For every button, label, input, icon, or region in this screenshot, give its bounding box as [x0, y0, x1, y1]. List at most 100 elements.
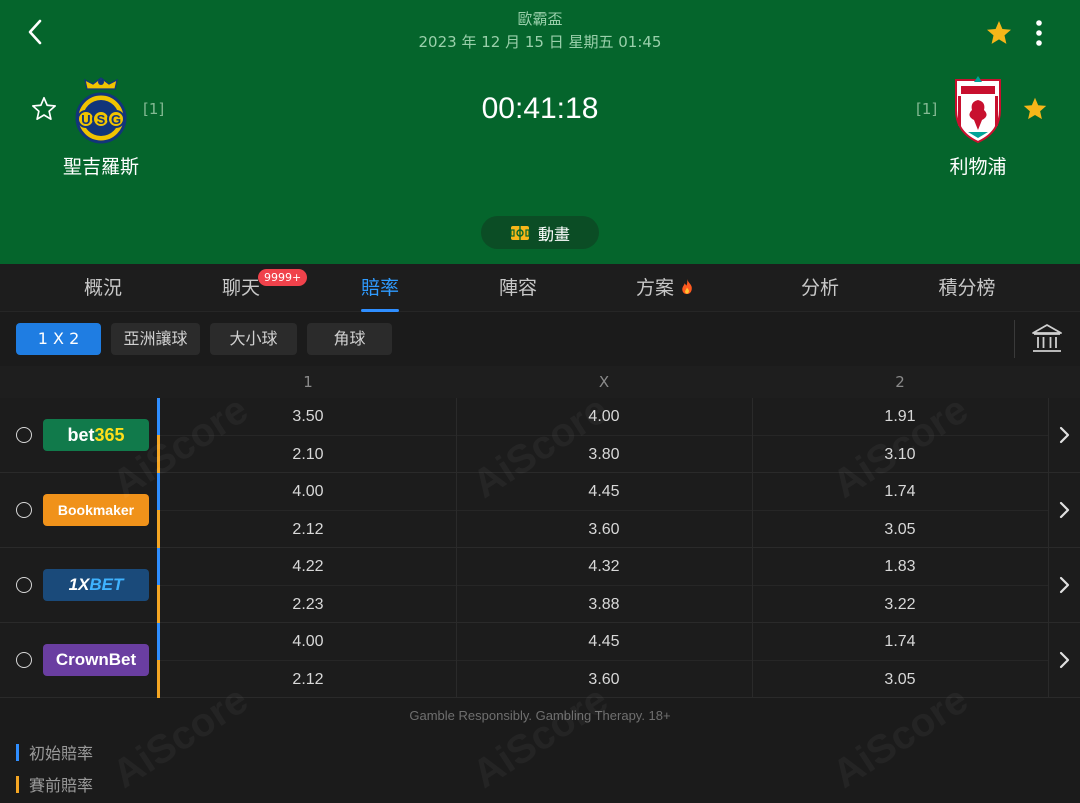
column-divider	[752, 473, 753, 548]
tab-odds[interactable]: 賠率	[339, 264, 421, 312]
select-radio[interactable]	[16, 652, 32, 668]
column-divider	[752, 623, 753, 698]
tab-lineup[interactable]: 陣容	[477, 264, 559, 312]
chevron-right-icon[interactable]	[1054, 500, 1074, 520]
prematch-odds-home: 2.12	[292, 520, 324, 538]
prematch-odds-draw: 3.88	[588, 595, 620, 613]
prematch-odds-row: 2.23 3.88 3.22	[160, 585, 1048, 623]
prematch-odds-away: 3.05	[884, 670, 916, 688]
initial-odds-draw: 4.45	[588, 482, 620, 500]
initial-odds-row: 4.00 4.45 1.74	[160, 623, 1048, 660]
away-team-rank: [1]	[916, 100, 938, 118]
column-divider	[1048, 473, 1049, 548]
home-team-name[interactable]: 聖吉羅斯	[40, 152, 162, 179]
column-divider	[752, 548, 753, 623]
prematch-odds-away: 3.05	[884, 520, 916, 538]
column-divider	[456, 623, 457, 698]
tab-tips-label: 方案	[635, 277, 674, 299]
initial-odds-draw: 4.45	[588, 632, 620, 650]
1xbet-logo: 1X BET	[43, 569, 149, 601]
crownbet-logo: CrownBet	[43, 644, 149, 676]
bookmaker-row-1xbet[interactable]: 1X BET 4.22 4.32 1.83 2.23 3.88 3.22	[0, 548, 1080, 623]
legend-swatch-orange	[16, 775, 19, 793]
column-divider	[1048, 548, 1049, 623]
initial-odds-row: 3.50 4.00 1.91	[160, 398, 1048, 435]
prematch-odds-home: 2.12	[292, 670, 324, 688]
select-radio[interactable]	[16, 577, 32, 593]
match-odds-screen: 歐霸盃 2023 年 12 月 15 日 星期五 01:45 U S G [1]…	[0, 0, 1080, 803]
prematch-odds-row: 2.10 3.80 3.10	[160, 435, 1048, 473]
animation-label: 動畫	[537, 224, 570, 244]
prematch-odds-row: 2.12 3.60 3.05	[160, 510, 1048, 548]
animation-button[interactable]: 動畫	[481, 216, 599, 249]
odds-grid: 4.22 4.32 1.83 2.23 3.88 3.22	[160, 548, 1049, 623]
prematch-odds-row: 2.12 3.60 3.05	[160, 660, 1048, 698]
chevron-right-icon[interactable]	[1054, 650, 1074, 670]
bookmaker-row-crownbet[interactable]: CrownBet 4.00 4.45 1.74 2.12 3.60 3.05	[0, 623, 1080, 698]
column-divider	[456, 398, 457, 473]
initial-odds-away: 1.91	[884, 407, 916, 425]
initial-odds-home: 4.22	[292, 557, 324, 575]
filter-1x2[interactable]: 1 X 2	[16, 323, 101, 355]
legend-prematch-label: 賽前賠率	[29, 776, 94, 795]
match-datetime: 2023 年 12 月 15 日 星期五 01:45	[418, 33, 662, 51]
tab-analysis[interactable]: 分析	[779, 264, 861, 312]
chevron-right-icon[interactable]	[1054, 575, 1074, 595]
filter-over-under[interactable]: 大小球	[210, 323, 297, 355]
pitch-icon	[510, 225, 530, 240]
select-radio[interactable]	[16, 427, 32, 443]
column-divider	[456, 473, 457, 548]
select-radio[interactable]	[16, 502, 32, 518]
bookmaker-logo: Bookmaker	[43, 494, 149, 526]
tab-chat-label: 聊天	[221, 277, 260, 299]
bookmaker-settings-button[interactable]	[1030, 322, 1064, 356]
initial-odds-home: 3.50	[292, 407, 324, 425]
odds-grid: 4.00 4.45 1.74 2.12 3.60 3.05	[160, 623, 1049, 698]
prematch-odds-away: 3.22	[884, 595, 916, 613]
favorite-match-button[interactable]	[984, 18, 1014, 48]
tab-standings-label: 積分榜	[938, 277, 996, 299]
chevron-right-icon[interactable]	[1054, 425, 1074, 445]
prematch-odds-away: 3.10	[884, 445, 916, 463]
tab-odds-label: 賠率	[360, 277, 399, 299]
more-options-button[interactable]	[1024, 18, 1054, 48]
star-filled-icon	[1023, 97, 1047, 120]
tab-analysis-label: 分析	[800, 277, 839, 299]
prematch-odds-home: 2.23	[292, 595, 324, 613]
initial-odds-draw: 4.32	[588, 557, 620, 575]
odds-grid: 4.00 4.45 1.74 2.12 3.60 3.05	[160, 473, 1049, 548]
bookmaker-row-bet365[interactable]: bet 365 3.50 4.00 1.91 2.10 3.80 3.10	[0, 398, 1080, 473]
initial-odds-row: 4.00 4.45 1.74	[160, 473, 1048, 510]
bank-icon	[1032, 324, 1062, 352]
tab-overview-label: 概況	[83, 277, 122, 299]
tab-tips[interactable]: 方案	[624, 264, 706, 312]
responsible-gambling-note: Gamble Responsibly. Gambling Therapy. 18…	[409, 708, 671, 723]
legend-swatch-blue	[16, 743, 19, 761]
initial-odds-away: 1.74	[884, 482, 916, 500]
tab-bar: 概況 聊天 9999+ 賠率 陣容 方案 分析 積分榜	[0, 264, 1080, 312]
column-divider	[1048, 623, 1049, 698]
tab-overview[interactable]: 概況	[62, 264, 144, 312]
filter-divider	[1014, 320, 1015, 358]
initial-odds-away: 1.83	[884, 557, 916, 575]
legend-initial-odds: 初始賠率	[16, 742, 93, 763]
initial-odds-home: 4.00	[292, 482, 324, 500]
prematch-odds-home: 2.10	[292, 445, 324, 463]
filter-asian-handicap[interactable]: 亞洲讓球	[111, 323, 200, 355]
bookmaker-row-bookmaker[interactable]: Bookmaker 4.00 4.45 1.74 2.12 3.60 3.05	[0, 473, 1080, 548]
prematch-odds-draw: 3.80	[588, 445, 620, 463]
fire-icon	[682, 278, 692, 295]
favorite-away-team-button[interactable]	[1021, 95, 1049, 123]
bet365-logo: bet 365	[43, 419, 149, 451]
filter-corners[interactable]: 角球	[307, 323, 392, 355]
column-divider	[456, 548, 457, 623]
column-home: 1	[303, 373, 313, 391]
initial-odds-home: 4.00	[292, 632, 324, 650]
column-divider	[1048, 398, 1049, 473]
tab-lineup-label: 陣容	[498, 277, 537, 299]
tab-standings[interactable]: 積分榜	[922, 264, 1012, 312]
prematch-odds-draw: 3.60	[588, 520, 620, 538]
away-team-name[interactable]: 利物浦	[918, 152, 1038, 179]
legend-prematch-odds: 賽前賠率	[16, 774, 94, 795]
more-vertical-icon	[1036, 20, 1042, 46]
